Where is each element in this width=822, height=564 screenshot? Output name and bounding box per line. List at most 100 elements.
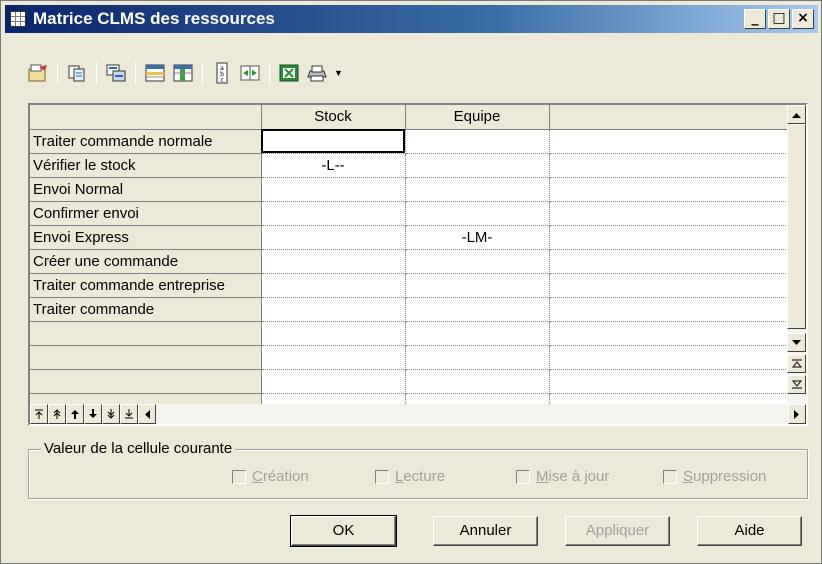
column-header-stock[interactable]: Stock (261, 105, 406, 130)
select-columns-icon[interactable] (170, 60, 196, 86)
matrix-cell[interactable] (549, 297, 788, 322)
ok-button[interactable]: OK (290, 515, 397, 547)
matrix-cell[interactable] (549, 273, 788, 298)
matrix-cell[interactable] (261, 369, 406, 394)
matrix-cell[interactable] (405, 129, 550, 154)
print-icon[interactable] (304, 60, 330, 86)
title-bar[interactable]: Matrice CLMS des ressources _ □ × (5, 5, 818, 33)
matrix-cell[interactable] (405, 321, 550, 346)
group-legend: Valeur de la cellule courante (41, 440, 236, 457)
matrix-cell[interactable] (549, 201, 788, 226)
matrix-cell[interactable] (549, 153, 788, 178)
close-button[interactable]: × (792, 9, 814, 29)
table-row (30, 345, 788, 370)
move-bottom-button[interactable] (120, 404, 138, 424)
minimize-button[interactable]: _ (744, 9, 766, 29)
checkbox-box[interactable] (663, 469, 677, 484)
table-row: Envoi Normal (30, 177, 788, 202)
corner-header (30, 105, 262, 130)
resource-matrix-grid: Stock Equipe Traiter commande normale Vér… (28, 103, 808, 426)
checkbox-lecture[interactable]: Lecture (375, 468, 445, 485)
row-header[interactable]: Envoi Express (30, 225, 262, 250)
row-header[interactable] (30, 345, 262, 370)
maximize-button[interactable]: □ (768, 9, 790, 29)
apply-button[interactable]: Appliquer (565, 516, 670, 546)
row-header[interactable] (30, 321, 262, 346)
scroll-down-button[interactable] (787, 333, 806, 352)
adjust-columns-icon[interactable] (237, 60, 263, 86)
row-header[interactable] (30, 369, 262, 394)
table-row: Créer une commande (30, 249, 788, 274)
move-down-button[interactable] (84, 404, 102, 424)
toolbar-separator (202, 62, 203, 84)
vertical-scrollbar[interactable] (787, 105, 806, 404)
matrix-cell[interactable] (405, 297, 550, 322)
move-page-down-button[interactable] (102, 404, 120, 424)
matrix-cell[interactable] (549, 369, 788, 394)
checkbox-creation[interactable]: Création (232, 468, 309, 485)
scroll-right-button[interactable] (788, 404, 806, 424)
checkbox-mise-a-jour[interactable]: Mise à jour (516, 468, 609, 485)
horizontal-scroll-track[interactable] (156, 404, 788, 424)
page-down-icon (791, 380, 802, 389)
row-header[interactable]: Traiter commande (30, 297, 262, 322)
matrix-cell[interactable] (405, 153, 550, 178)
matrix-cell[interactable] (405, 273, 550, 298)
checkbox-box[interactable] (516, 469, 530, 484)
matrix-cell[interactable] (549, 345, 788, 370)
matrix-cell[interactable] (549, 129, 788, 154)
matrix-cell[interactable] (261, 249, 406, 274)
help-button[interactable]: Aide (697, 516, 802, 546)
matrix-cell[interactable] (549, 177, 788, 202)
row-header[interactable]: Traiter commande normale (30, 129, 262, 154)
scroll-page-down-button[interactable] (787, 375, 806, 394)
matrix-cell[interactable] (549, 249, 788, 274)
matrix-cell[interactable] (261, 345, 406, 370)
row-header[interactable]: Vérifier le stock (30, 153, 262, 178)
matrix-cell[interactable] (261, 273, 406, 298)
column-header-equipe[interactable]: Equipe (405, 105, 550, 130)
matrix-cell[interactable] (405, 369, 550, 394)
find-icon[interactable] (103, 60, 129, 86)
move-page-up-button[interactable] (48, 404, 66, 424)
row-header[interactable]: Confirmer envoi (30, 201, 262, 226)
row-header[interactable]: Envoi Normal (30, 177, 262, 202)
matrix-cell[interactable] (405, 345, 550, 370)
matrix-cell[interactable]: -LM- (405, 225, 550, 250)
row-header[interactable]: Créer une commande (30, 249, 262, 274)
matrix-cell[interactable] (549, 321, 788, 346)
move-top-button[interactable] (30, 404, 48, 424)
checkbox-suppression[interactable]: Suppression (663, 468, 766, 485)
checkbox-box[interactable] (232, 469, 246, 484)
checkbox-box[interactable] (375, 469, 389, 484)
matrix-cell[interactable] (549, 225, 788, 250)
matrix-cell[interactable] (261, 225, 406, 250)
matrix-cell[interactable] (261, 201, 406, 226)
select-rows-icon[interactable] (142, 60, 168, 86)
cancel-button[interactable]: Annuler (433, 516, 538, 546)
matrix-cell[interactable] (261, 177, 406, 202)
excel-export-icon[interactable] (276, 60, 302, 86)
copy-icon[interactable] (64, 60, 90, 86)
matrix-cell[interactable] (261, 297, 406, 322)
scroll-up-button[interactable] (787, 105, 806, 124)
matrix-cell[interactable]: -L-- (261, 153, 406, 178)
vertical-text-icon[interactable]: abc (209, 60, 235, 86)
table-row: Traiter commande entreprise (30, 273, 788, 298)
move-up-button[interactable] (66, 404, 84, 424)
matrix-cell[interactable] (405, 249, 550, 274)
matrix-app-icon (10, 11, 26, 27)
matrix-cell[interactable] (261, 321, 406, 346)
row-header[interactable]: Traiter commande entreprise (30, 273, 262, 298)
matrix-cell[interactable] (261, 129, 406, 154)
column-header-empty[interactable] (549, 105, 788, 130)
scroll-page-up-button[interactable] (787, 354, 806, 373)
properties-icon[interactable] (25, 60, 51, 86)
toolbar-separator (57, 62, 58, 84)
matrix-cell[interactable] (405, 177, 550, 202)
matrix-cell[interactable] (405, 201, 550, 226)
dropdown-arrow-icon[interactable]: ▼ (334, 68, 343, 78)
scroll-left-button[interactable] (138, 404, 156, 424)
scroll-left-icon (145, 409, 150, 419)
vertical-scroll-thumb[interactable] (787, 124, 806, 329)
